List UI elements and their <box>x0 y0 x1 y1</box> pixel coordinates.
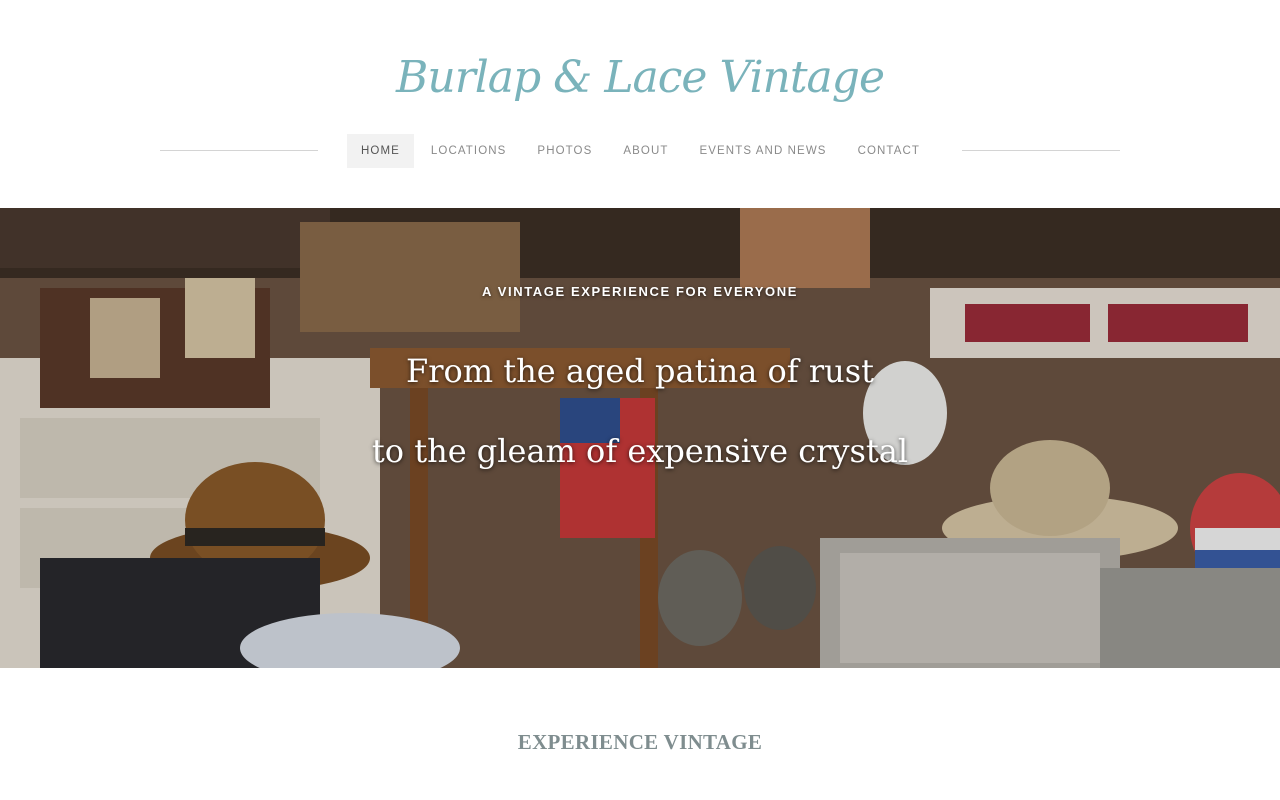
nav-divider-left <box>160 150 318 151</box>
nav-item-photos[interactable]: PHOTOS <box>523 134 606 168</box>
nav-item-events-and-news[interactable]: EVENTS AND NEWS <box>686 134 841 168</box>
nav-item-contact[interactable]: CONTACT <box>844 134 934 168</box>
hero-banner: A VINTAGE EXPERIENCE FOR EVERYONE From t… <box>0 208 1280 668</box>
site-logo[interactable]: Burlap & Lace Vintage <box>0 48 1280 108</box>
nav-item-home[interactable]: HOME <box>347 134 414 168</box>
site-header: Burlap & Lace Vintage HOME LOCATIONS PHO… <box>0 0 1280 208</box>
hero-headline-line-1: From the aged patina of rust <box>406 352 874 390</box>
main-nav: HOME LOCATIONS PHOTOS ABOUT EVENTS AND N… <box>347 134 937 168</box>
nav-item-about[interactable]: ABOUT <box>609 134 682 168</box>
hero-kicker: A VINTAGE EXPERIENCE FOR EVERYONE <box>482 284 798 299</box>
nav-item-locations[interactable]: LOCATIONS <box>417 134 521 168</box>
section-title: EXPERIENCE VINTAGE <box>517 730 763 754</box>
nav-divider-right <box>962 150 1120 151</box>
hero-headline-line-2: to the gleam of expensive crystal <box>371 432 909 470</box>
